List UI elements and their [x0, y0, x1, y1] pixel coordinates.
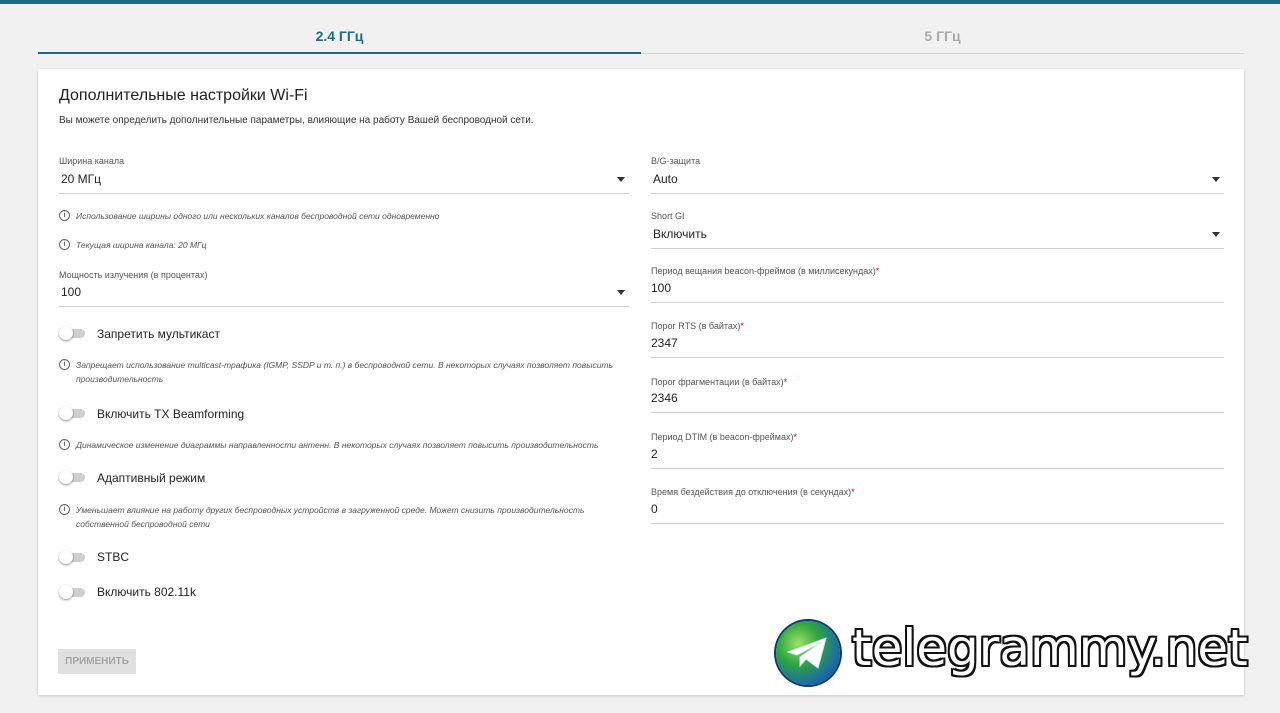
multicast-toggle[interactable] — [59, 326, 85, 340]
frag-threshold-input[interactable]: 2346 — [651, 387, 1224, 413]
info-icon: i — [59, 359, 70, 370]
top-accent-bar — [0, 0, 1280, 4]
beamforming-toggle[interactable] — [59, 406, 85, 420]
rts-threshold-input[interactable]: 2347 — [651, 332, 1224, 358]
tx-power-select[interactable]: 100 — [59, 281, 629, 307]
tab-2-4ghz[interactable]: 2.4 ГГц — [38, 22, 641, 54]
advanced-wifi-settings-card: Дополнительные настройки Wi-Fi Вы можете… — [38, 69, 1244, 695]
beacon-period-input[interactable]: 100 — [651, 277, 1224, 303]
telegram-globe-icon — [776, 621, 840, 685]
adaptive-mode-toggle-label: Адаптивный режим — [97, 471, 206, 485]
hint-adaptive: i Уменьшает влияние на работу других бес… — [59, 503, 639, 531]
multicast-toggle-label: Запретить мультикаст — [97, 327, 220, 341]
chevron-down-icon — [1212, 232, 1220, 237]
apply-button[interactable]: ПРИМЕНИТЬ — [58, 649, 136, 674]
watermark-text: telegrammy.net — [852, 619, 1248, 677]
chevron-down-icon — [617, 290, 625, 295]
page-title: Дополнительные настройки Wi-Fi — [59, 87, 308, 104]
frag-threshold-label: Порог фрагментации (в байтах)* — [651, 377, 788, 387]
tab-5ghz[interactable]: 5 ГГц — [641, 22, 1244, 54]
short-gi-value: Включить — [653, 227, 707, 241]
beacon-period-label: Период вещания beacon-фреймов (в миллисе… — [651, 266, 880, 276]
dtim-period-label: Период DTIM (в beacon-фреймах)* — [651, 432, 798, 442]
chevron-down-icon — [617, 177, 625, 182]
watermark: telegrammy.net — [776, 619, 1266, 689]
inactivity-timeout-label: Время бездействия до отключения (в секун… — [651, 487, 855, 497]
tx-power-label: Мощность излучения (в процентах) — [59, 270, 208, 280]
info-icon: i — [59, 504, 70, 515]
page-subtitle: Вы можете определить дополнительные пара… — [59, 115, 534, 126]
short-gi-select[interactable]: Включить — [651, 223, 1224, 249]
inactivity-timeout-input[interactable]: 0 — [651, 498, 1224, 524]
channel-width-select[interactable]: 20 МГц — [59, 168, 629, 194]
hint-beamforming: i Динамическое изменение диаграммы напра… — [59, 438, 639, 452]
chevron-down-icon — [1212, 177, 1220, 182]
info-icon: i — [59, 239, 70, 250]
stbc-toggle[interactable] — [59, 550, 85, 564]
bg-protection-value: Auto — [653, 172, 678, 186]
info-icon: i — [59, 439, 70, 450]
rts-threshold-label: Порог RTS (в байтах)* — [651, 321, 744, 331]
adaptive-mode-toggle[interactable] — [59, 470, 85, 484]
stbc-toggle-label: STBC — [97, 550, 130, 564]
channel-width-value: 20 МГц — [61, 172, 102, 186]
dtim-period-input[interactable]: 2 — [651, 443, 1224, 469]
info-icon: i — [59, 210, 70, 221]
channel-width-label: Ширина канала — [59, 156, 125, 166]
bg-protection-label: B/G-защита — [651, 156, 701, 166]
hint-width-usage: i Использование ширины одного или нескол… — [59, 209, 639, 223]
80211k-toggle[interactable] — [59, 585, 85, 599]
80211k-toggle-label: Включить 802.11k — [97, 585, 196, 599]
short-gi-label: Short GI — [651, 211, 685, 221]
band-tabs: 2.4 ГГц 5 ГГц — [38, 22, 1244, 54]
hint-current-width: i Текущая ширина канала: 20 МГц — [59, 238, 639, 252]
hint-multicast: i Запрещает использование multicast-траф… — [59, 358, 639, 386]
tx-power-value: 100 — [61, 285, 82, 299]
bg-protection-select[interactable]: Auto — [651, 168, 1224, 194]
beamforming-toggle-label: Включить TX Beamforming — [97, 407, 245, 421]
